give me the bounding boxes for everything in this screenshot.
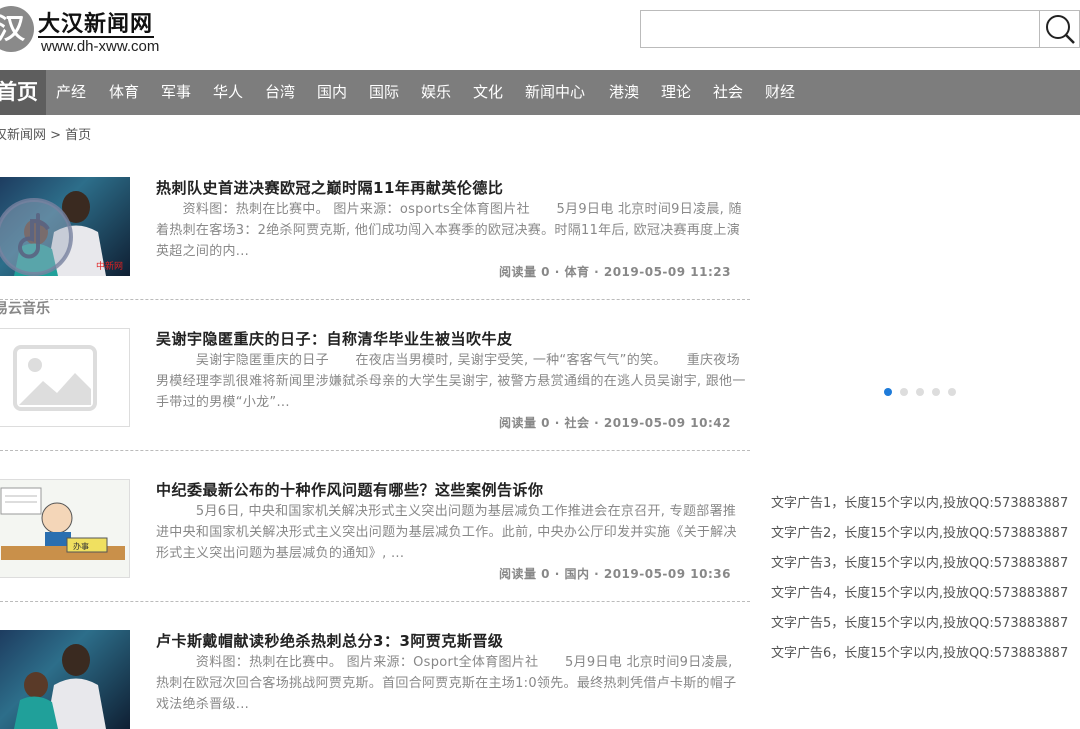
breadcrumb[interactable]: 汉新闻网 > 首页 xyxy=(0,124,91,143)
article-title[interactable]: 吴谢宇隐匿重庆的日子：自称清华毕业生被当吹牛皮 xyxy=(156,328,513,349)
sports-photo-image xyxy=(14,644,106,729)
article-meta: 阅读量 0 · 体育 · 2019-05-09 11:23 xyxy=(499,265,731,279)
slider-dot[interactable] xyxy=(932,388,940,396)
nav-item-military[interactable]: 军事 xyxy=(161,70,191,115)
site-logo[interactable]: 汉 大汉新闻网 www.dh-xww.com xyxy=(0,6,168,62)
article-divider xyxy=(0,450,750,451)
article-thumbnail[interactable] xyxy=(0,630,130,729)
nav-item-taiwan[interactable]: 台湾 xyxy=(265,70,295,115)
nav-item-chinese[interactable]: 华人 xyxy=(213,70,243,115)
text-ad-link[interactable]: 文字广告5，长度15个字以内,投放QQ:573883887 xyxy=(771,609,1068,639)
article-divider xyxy=(0,601,750,602)
text-ad-link[interactable]: 文字广告1，长度15个字以内,投放QQ:573883887 xyxy=(771,489,1068,519)
article-title[interactable]: 卢卡斯戴帽献读秒绝杀热刺总分3：3阿贾克斯晋级 xyxy=(156,630,503,651)
music-player-label[interactable]: 易云音乐 xyxy=(0,298,50,318)
logo-url: www.dh-xww.com xyxy=(41,38,160,55)
article-title[interactable]: 热刺队史首进决赛欧冠之巅时隔11年再献英伦德比 xyxy=(156,177,503,198)
slider-pagination xyxy=(884,381,964,396)
nav-item-international[interactable]: 国际 xyxy=(369,70,399,115)
text-ad-link[interactable]: 文字广告4，长度15个字以内,投放QQ:573883887 xyxy=(771,579,1068,609)
text-ad-link[interactable]: 文字广告6，长度15个字以内,投放QQ:573883887 xyxy=(771,639,1068,669)
nav-item-home[interactable]: 首页 xyxy=(0,70,46,115)
article-divider xyxy=(0,299,750,300)
nav-item-hk-macau[interactable]: 港澳 xyxy=(609,70,639,115)
image-placeholder-icon xyxy=(13,345,97,411)
nav-item-theory[interactable]: 理论 xyxy=(661,70,691,115)
article-meta: 阅读量 0 · 社会 · 2019-05-09 10:42 xyxy=(499,416,731,430)
article-thumbnail[interactable] xyxy=(0,328,130,427)
search-input[interactable] xyxy=(640,10,1040,48)
text-ad-link[interactable]: 文字广告2，长度15个字以内,投放QQ:573883887 xyxy=(771,519,1068,549)
svg-text:中新网: 中新网 xyxy=(96,260,123,272)
article-summary: 资料图：热刺在比赛中。 图片来源：osports全体育图片社 5月9日电 北京时… xyxy=(156,202,742,259)
nav-item-society[interactable]: 社会 xyxy=(713,70,743,115)
nav-item-chanjing[interactable]: 产经 xyxy=(56,70,86,115)
nav-item-domestic[interactable]: 国内 xyxy=(317,70,347,115)
nav-item-sports[interactable]: 体育 xyxy=(109,70,139,115)
article-meta: 阅读量 0 · 国内 · 2019-05-09 10:36 xyxy=(499,567,731,581)
nav-item-entertainment[interactable]: 娱乐 xyxy=(421,70,451,115)
search-icon xyxy=(1046,15,1075,44)
logo-name: 大汉新闻网 xyxy=(38,12,154,37)
cartoon-illustration-image: 办事 xyxy=(0,487,125,560)
logo-mark: 汉 xyxy=(0,6,34,52)
music-player-icon[interactable] xyxy=(0,195,76,279)
slider-dot[interactable] xyxy=(900,388,908,396)
text-ads-list: 文字广告1，长度15个字以内,投放QQ:573883887 文字广告2，长度15… xyxy=(771,489,1068,669)
article-summary: 5月6日, 中央和国家机关解决形式主义突出问题为基层减负工作推进会在京召开, 专… xyxy=(156,504,737,561)
main-nav: 首页 产经 体育 军事 华人 台湾 国内 国际 娱乐 文化 新闻中心 港澳 理论… xyxy=(0,70,1080,115)
slider-dot[interactable] xyxy=(916,388,924,396)
search-button[interactable] xyxy=(1039,10,1080,48)
nav-item-finance[interactable]: 财经 xyxy=(765,70,795,115)
article-title[interactable]: 中纪委最新公布的十种作风问题有哪些？这些案例告诉你 xyxy=(156,479,544,500)
article-thumbnail[interactable]: 办事 xyxy=(0,479,130,578)
article-summary: 资料图：热刺在比赛中。 图片来源：Osport全体育图片社 5月9日电 北京时间… xyxy=(156,655,737,712)
text-ad-link[interactable]: 文字广告3，长度15个字以内,投放QQ:573883887 xyxy=(771,549,1068,579)
slider-dot[interactable] xyxy=(884,388,892,396)
nav-item-news-center[interactable]: 新闻中心 xyxy=(525,70,585,115)
music-note-icon xyxy=(0,198,73,276)
nav-item-culture[interactable]: 文化 xyxy=(473,70,503,115)
svg-text:办事: 办事 xyxy=(73,541,89,551)
slider-dot[interactable] xyxy=(948,388,956,396)
article-summary: 吴谢宇隐匿重庆的日子 在夜店当男模时, 吴谢宇受笑, 一种“客客气气”的笑。 重… xyxy=(156,353,746,410)
